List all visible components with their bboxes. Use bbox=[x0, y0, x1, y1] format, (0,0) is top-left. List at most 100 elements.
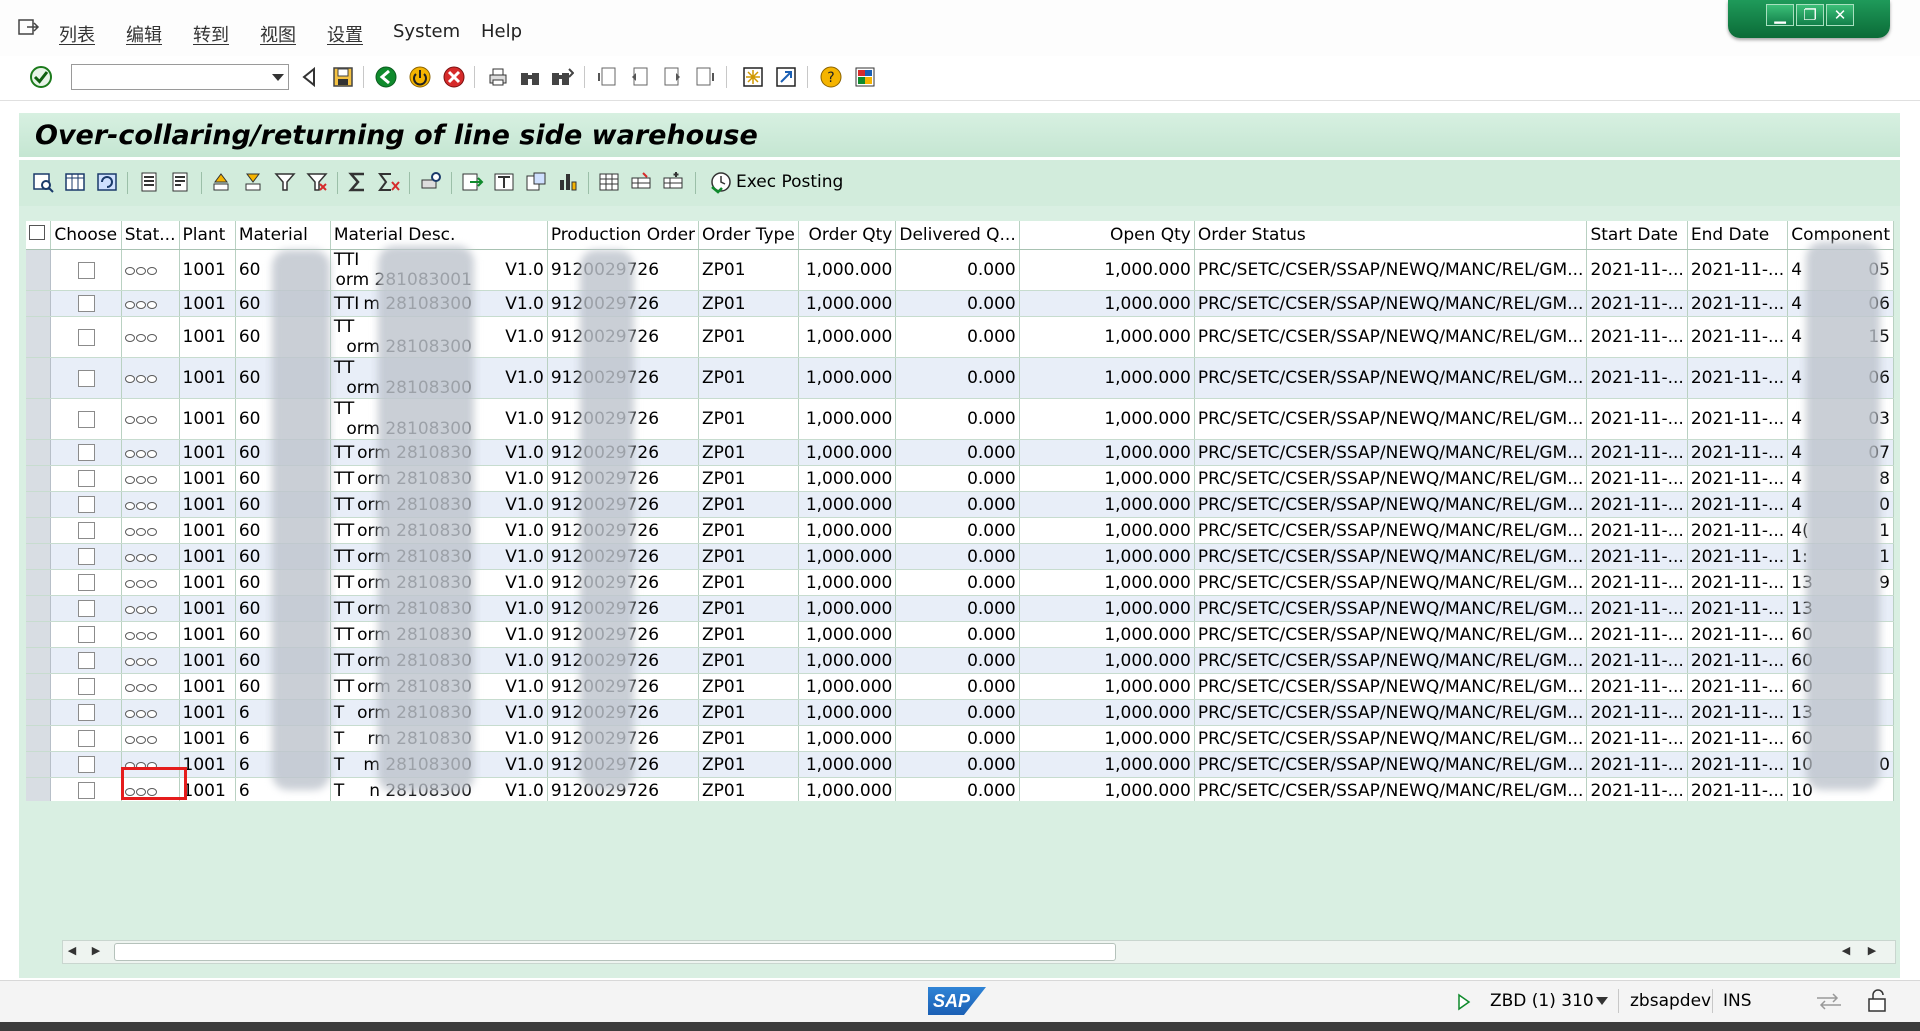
choose-checkbox[interactable] bbox=[77, 756, 95, 773]
scroll-left-icon[interactable]: ◀ bbox=[63, 943, 81, 959]
save-icon[interactable] bbox=[331, 65, 355, 89]
exit-icon[interactable] bbox=[408, 65, 432, 89]
prev-page-icon[interactable] bbox=[628, 65, 652, 89]
col-order-qty[interactable]: Order Qty bbox=[798, 221, 897, 250]
refresh-icon[interactable] bbox=[95, 170, 119, 194]
choose-checkbox[interactable] bbox=[77, 704, 95, 721]
row-selector[interactable] bbox=[26, 357, 52, 399]
play-icon[interactable] bbox=[1457, 993, 1471, 1011]
choose-checkbox[interactable] bbox=[77, 496, 95, 513]
menu-goto[interactable]: 转到 bbox=[193, 21, 229, 47]
export-icon[interactable] bbox=[460, 170, 484, 194]
row-selector[interactable] bbox=[26, 673, 52, 700]
col-delivered-qty[interactable]: Delivered Q... bbox=[895, 221, 1020, 250]
back-arrow-icon[interactable] bbox=[298, 65, 322, 89]
choose-checkbox[interactable] bbox=[77, 782, 95, 799]
select-all-header[interactable] bbox=[26, 221, 52, 250]
choose-checkbox[interactable] bbox=[77, 626, 95, 643]
enter-check-icon[interactable] bbox=[29, 65, 53, 89]
row-selector[interactable] bbox=[26, 725, 52, 752]
subtotal-icon[interactable] bbox=[377, 170, 401, 194]
create-session-icon[interactable] bbox=[741, 65, 765, 89]
choose-checkbox[interactable] bbox=[77, 600, 95, 617]
back-green-icon[interactable] bbox=[374, 65, 398, 89]
choose-checkbox[interactable] bbox=[77, 652, 95, 669]
help-icon[interactable]: ? bbox=[819, 65, 843, 89]
row-selector[interactable] bbox=[26, 777, 52, 801]
first-page-icon[interactable] bbox=[596, 65, 620, 89]
columns-icon[interactable] bbox=[63, 170, 87, 194]
find-icon[interactable] bbox=[518, 65, 542, 89]
sum-icon[interactable] bbox=[346, 170, 370, 194]
filter-delete-icon[interactable] bbox=[305, 170, 329, 194]
choose-checkbox[interactable] bbox=[77, 295, 95, 312]
select-all-icon[interactable] bbox=[29, 225, 45, 240]
col-open-qty[interactable]: Open Qty bbox=[1019, 221, 1195, 250]
shortcut-icon[interactable] bbox=[774, 65, 798, 89]
row-selector[interactable] bbox=[26, 290, 52, 317]
scroll-right-icon[interactable]: ▶ bbox=[87, 943, 105, 959]
horizontal-scrollbar[interactable]: ◀ ▶ ◀ ▶ bbox=[62, 940, 1896, 964]
local-file-icon[interactable] bbox=[524, 170, 548, 194]
row-selector[interactable] bbox=[26, 751, 52, 778]
find-next-icon[interactable] bbox=[550, 65, 574, 89]
print-icon[interactable] bbox=[486, 65, 510, 89]
choose-layout-icon[interactable] bbox=[629, 170, 653, 194]
row-selector[interactable] bbox=[26, 491, 52, 518]
choose-checkbox[interactable] bbox=[77, 261, 95, 279]
col-end-date[interactable]: End Date bbox=[1687, 221, 1789, 250]
close-icon[interactable]: ✕ bbox=[1826, 4, 1854, 26]
graphic-icon[interactable] bbox=[556, 170, 580, 194]
row-selector[interactable] bbox=[26, 569, 52, 596]
choose-checkbox[interactable] bbox=[77, 548, 95, 565]
choose-checkbox[interactable] bbox=[77, 470, 95, 487]
choose-checkbox[interactable] bbox=[77, 369, 95, 387]
lock-icon[interactable] bbox=[1866, 989, 1888, 1013]
print-preview-icon[interactable] bbox=[419, 170, 443, 194]
menu-help[interactable]: Help bbox=[481, 21, 522, 42]
row-selector[interactable] bbox=[26, 439, 52, 466]
customize-layout-icon[interactable] bbox=[853, 65, 877, 89]
choose-checkbox[interactable] bbox=[77, 678, 95, 695]
choose-checkbox[interactable] bbox=[77, 574, 95, 591]
row-selector[interactable] bbox=[26, 647, 52, 674]
row-selector[interactable] bbox=[26, 249, 52, 291]
choose-checkbox[interactable] bbox=[77, 444, 95, 461]
chevron-down-icon[interactable] bbox=[272, 74, 284, 81]
col-choose[interactable]: Choose bbox=[50, 221, 122, 250]
row-selector[interactable] bbox=[26, 398, 52, 440]
choose-checkbox[interactable] bbox=[77, 410, 95, 428]
row-selector[interactable] bbox=[26, 316, 52, 358]
menu-icon[interactable] bbox=[18, 18, 40, 38]
minimize-icon[interactable]: ▁ bbox=[1766, 4, 1794, 26]
layout-icon[interactable] bbox=[597, 170, 621, 194]
choose-checkbox[interactable] bbox=[77, 328, 95, 346]
command-field[interactable] bbox=[71, 64, 289, 90]
col-order-type[interactable]: Order Type bbox=[698, 221, 799, 250]
choose-checkbox[interactable] bbox=[77, 730, 95, 747]
col-start-date[interactable]: Start Date bbox=[1586, 221, 1688, 250]
restore-icon[interactable]: ❐ bbox=[1796, 4, 1824, 26]
row-selector[interactable] bbox=[26, 699, 52, 726]
exec-posting-button[interactable]: Exec Posting bbox=[709, 169, 843, 195]
cancel-icon[interactable] bbox=[442, 65, 466, 89]
col-status[interactable]: Stat... bbox=[121, 221, 180, 250]
choose-checkbox[interactable] bbox=[77, 522, 95, 539]
row-selector[interactable] bbox=[26, 465, 52, 492]
word-processing-icon[interactable] bbox=[492, 170, 516, 194]
menu-settings[interactable]: 设置 bbox=[327, 21, 363, 47]
menu-edit[interactable]: 编辑 bbox=[126, 21, 162, 47]
col-plant[interactable]: Plant bbox=[179, 221, 236, 250]
filter-icon[interactable] bbox=[273, 170, 297, 194]
insert-mode[interactable]: INS bbox=[1723, 991, 1752, 1011]
menu-view[interactable]: 视图 bbox=[260, 21, 296, 47]
row-selector[interactable] bbox=[26, 621, 52, 648]
sort-descending-icon[interactable] bbox=[241, 170, 265, 194]
next-page-icon[interactable] bbox=[660, 65, 684, 89]
col-order-status[interactable]: Order Status bbox=[1194, 221, 1588, 250]
row-selector[interactable] bbox=[26, 543, 52, 570]
row-selector[interactable] bbox=[26, 595, 52, 622]
col-production-order[interactable]: Production Order bbox=[547, 221, 700, 250]
scroll-left-end-icon[interactable]: ◀ bbox=[1837, 943, 1855, 959]
last-page-icon[interactable] bbox=[692, 65, 716, 89]
